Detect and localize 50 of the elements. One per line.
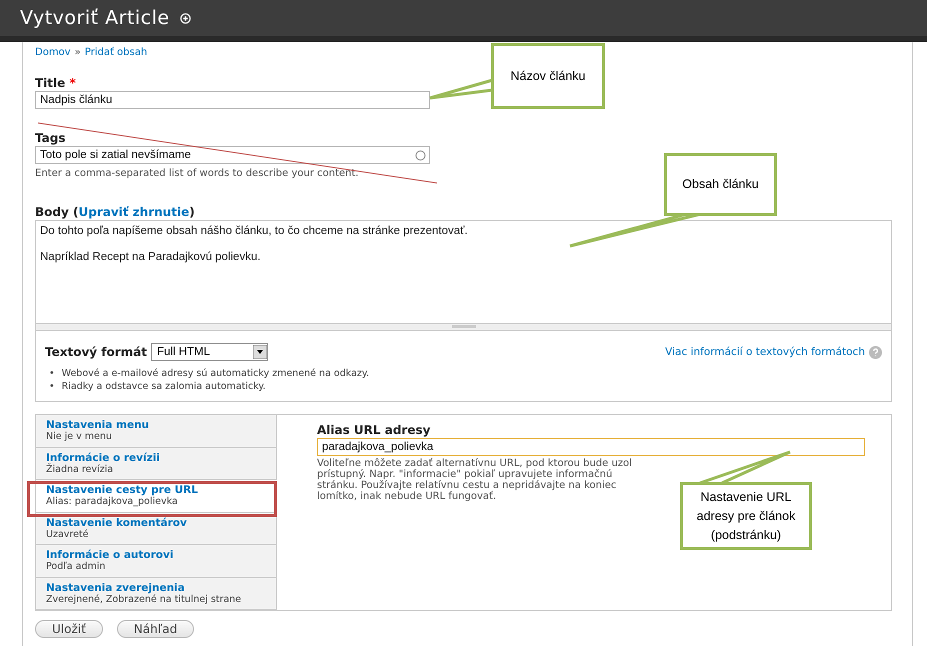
parenthesis-mark: ( (73, 205, 78, 219)
format-select[interactable]: Full HTML (151, 343, 268, 361)
tab-title: Nastavenie komentárov (46, 516, 188, 528)
breadcrumb-link[interactable]: Domov (35, 47, 71, 58)
autocomplete-icon (415, 150, 426, 161)
title-input[interactable]: Nadpis článku (35, 91, 430, 109)
preview-button[interactable]: Náhľad (116, 620, 194, 638)
tags-input[interactable]: Toto pole si zatial nevšímame (35, 146, 430, 164)
tab-summary: Alias: paradajkova_polievka (46, 496, 179, 507)
resize-handle[interactable] (35, 324, 892, 331)
dropdown-arrow-icon (253, 345, 267, 359)
body-textarea[interactable]: Do tohto poľa napíšeme obsah nášho článku, to čo chceme na stránke prezentovať. Napríklad Recept na Paradajkovú polievku. (35, 220, 892, 324)
page-title: Vytvoriť Article (20, 7, 170, 29)
bullet-mark: • (49, 367, 55, 380)
vertical-tab[interactable]: Nastavenia zverejnenia Zverejnené, Zobrazené na titulnej strane (36, 578, 276, 610)
field-description: Voliteľne môžete zadať alternatívnu URL, pod ktorou bude uzol prístupný. Napr. "informacie" pokiaľ upravujete informačnú stránku. Používajte relatívnu cestu a nepridávajte na koniec lomítko, inak nebude URL fungovať. (317, 458, 633, 502)
grip-icon (452, 324, 476, 328)
tab-summary: Podľa admin (46, 561, 106, 572)
callout-box: Názov článku (491, 43, 605, 109)
field-label: Tags (35, 131, 66, 145)
breadcrumb-link[interactable]: Pridať obsah (84, 47, 148, 58)
field-label: Title * (35, 76, 76, 90)
add-shortcut-icon[interactable] (180, 12, 191, 24)
tab-summary: Nie je v menu (46, 431, 113, 442)
vertical-tab[interactable]: Informácie o revízii Žiadna revízia (36, 448, 276, 480)
format-tip: Riadky a odstavce sa zalomia automaticky. (62, 380, 266, 393)
format-help-link[interactable]: Viac informácií o textových formátoch (665, 346, 865, 358)
bullet-mark: • (49, 380, 55, 393)
field-label: Body (35, 205, 69, 219)
tab-title: Informácie o revízii (46, 452, 161, 464)
field-description: Enter a comma-separated list of words to describe your content. (35, 168, 359, 180)
summary-link[interactable]: Upraviť zhrnutie (78, 205, 190, 219)
format-tip: Webové a e-mailové adresy sú automaticky zmenené na odkazy. (62, 367, 370, 380)
save-button[interactable]: Uložiť (35, 620, 103, 638)
vertical-tab[interactable]: Nastavenie cesty pre URL Alias: paradajkova_polievka (36, 480, 277, 512)
body-text: Napríklad Recept na Paradajkovú polievku. (40, 251, 262, 263)
tab-summary: Uzavreté (46, 528, 90, 540)
tab-title: Nastavenia zverejnenia (46, 582, 186, 594)
callout-box: Obsah článku (664, 153, 777, 216)
format-label: Textový formát (45, 344, 147, 358)
tab-title: Nastavenie cesty pre URL (46, 484, 199, 496)
field-label: Alias URL adresy (317, 423, 430, 437)
tab-title: Nastavenia menu (46, 419, 150, 431)
tab-summary: Žiadna revízia (46, 464, 114, 474)
body-text: Do tohto poľa napíšeme obsah nášho článku, to čo chceme na stránke prezentovať. (40, 225, 469, 237)
breadcrumb-separator: » (74, 47, 81, 58)
tab-title: Informácie o autorovi (46, 549, 174, 561)
tab-summary: Zverejnené, Zobrazené na titulnej strane (46, 594, 242, 604)
parenthesis-mark: ) (189, 205, 195, 219)
help-icon[interactable] (869, 346, 882, 358)
